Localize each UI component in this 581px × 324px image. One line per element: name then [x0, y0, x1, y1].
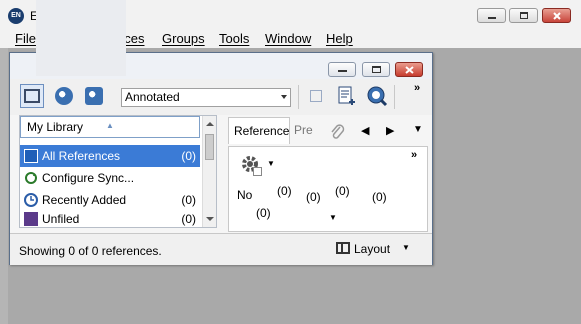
next-icon[interactable]: ▶ — [386, 124, 394, 137]
my-library-label: My Library — [27, 120, 84, 134]
my-library-header[interactable]: My Library ▲ — [20, 116, 200, 138]
output-style-select[interactable]: Annotated — [121, 88, 291, 107]
maximize-button[interactable] — [509, 8, 538, 23]
output-style-value: Annotated — [125, 90, 180, 104]
scroll-up-icon[interactable] — [206, 122, 214, 126]
group-count: (0) — [181, 212, 196, 226]
field-label-fragment: No — [237, 188, 253, 202]
menu-file[interactable]: File — [15, 30, 36, 47]
local-library-mode-button[interactable] — [20, 84, 44, 108]
groups-pane: My Library ▲ All References (0) Configur… — [19, 115, 217, 228]
copy-icon — [310, 90, 322, 102]
minimize-button[interactable] — [477, 8, 506, 23]
library-toolbar: Annotated » — [10, 79, 432, 115]
sort-caret-icon: ▲ — [106, 121, 114, 130]
count-fragment: (0) — [335, 184, 350, 198]
workspace-edge — [0, 48, 8, 324]
previous-icon[interactable]: ◀ — [361, 124, 369, 137]
new-reference-icon — [338, 86, 355, 105]
layout-icon — [336, 242, 350, 254]
group-label: All References — [42, 149, 121, 163]
count-fragment: (0) — [256, 206, 271, 220]
menu-help[interactable]: Help — [326, 30, 353, 47]
group-label: Unfiled — [42, 212, 80, 226]
menu-tools[interactable]: Tools — [219, 30, 249, 47]
group-unfiled[interactable]: Unfiled (0) — [20, 211, 200, 227]
minimize-icon — [338, 70, 347, 72]
toolbar-overflow-icon[interactable]: » — [414, 82, 420, 94]
panel-overflow-icon[interactable]: » — [411, 149, 417, 161]
library-maximize-button[interactable] — [362, 62, 390, 77]
maximize-icon — [372, 66, 381, 73]
reference-panel-content: ▼ » No (0) (0) (0) (0) (0) ▼ — [228, 146, 428, 232]
toolbar-separator — [298, 85, 299, 109]
group-all-references[interactable]: All References (0) — [20, 145, 200, 167]
close-button[interactable] — [542, 8, 571, 23]
menu-groups[interactable]: Groups — [162, 30, 205, 47]
close-icon — [405, 66, 414, 74]
scroll-down-icon[interactable] — [206, 217, 214, 221]
chevron-down-icon: ▼ — [402, 243, 410, 252]
toolbar-separator — [394, 85, 395, 109]
new-reference-button[interactable] — [335, 84, 359, 108]
attachment-icon[interactable] — [329, 123, 345, 141]
count-fragment: (0) — [277, 184, 292, 198]
groups-scrollbar[interactable] — [202, 116, 216, 227]
reference-panel: Reference Pre ◀ ▶ ▼ ▼ » No (0) (0) (0) (… — [228, 115, 428, 232]
layout-label: Layout — [354, 242, 391, 256]
endnote-app-icon[interactable]: EN — [8, 8, 24, 24]
library-window: Annotated » My Library ▲ All References … — [9, 52, 433, 265]
chevron-down-icon[interactable]: ▼ — [329, 213, 337, 222]
online-search-mode-button[interactable] — [52, 84, 76, 108]
chevron-down-icon — [281, 95, 287, 99]
integrated-library-mode-button[interactable] — [82, 84, 106, 108]
group-recently-added[interactable]: Recently Added (0) — [20, 189, 200, 211]
minimize-icon — [478, 9, 505, 22]
globe-icon — [55, 87, 73, 105]
all-references-icon — [24, 149, 38, 163]
group-count: (0) — [181, 149, 196, 163]
library-minimize-button[interactable] — [328, 62, 356, 77]
clock-icon — [24, 193, 38, 207]
menu-window[interactable]: Window — [265, 30, 311, 47]
status-text: Showing 0 of 0 references. — [19, 244, 162, 258]
tab-reference[interactable]: Reference — [228, 117, 290, 144]
online-search-button[interactable] — [365, 84, 389, 108]
scroll-thumb[interactable] — [205, 134, 214, 160]
panel-menu-icon[interactable]: ▼ — [413, 124, 423, 135]
local-library-icon — [24, 89, 40, 103]
maximize-icon — [510, 9, 537, 22]
library-close-button[interactable] — [395, 62, 423, 77]
group-count: (0) — [181, 193, 196, 207]
group-label: Configure Sync... — [42, 171, 135, 185]
title-overlay — [36, 0, 126, 76]
group-configure-sync[interactable]: Configure Sync... — [20, 167, 200, 189]
checkbox-icon[interactable] — [253, 167, 262, 176]
group-label: Recently Added — [42, 193, 127, 207]
count-fragment: (0) — [306, 190, 321, 204]
layout-button[interactable]: Layout ▼ — [332, 238, 418, 260]
globe-library-icon — [85, 87, 103, 105]
status-bar: Showing 0 of 0 references. Layout ▼ — [10, 233, 432, 265]
copy-formatted-button[interactable] — [305, 84, 329, 108]
count-fragment: (0) — [372, 190, 387, 204]
close-icon — [543, 9, 570, 22]
sync-icon — [25, 172, 37, 184]
unfiled-icon — [24, 212, 38, 226]
gear-menu-caret-icon[interactable]: ▼ — [267, 159, 275, 168]
tab-preview[interactable]: Pre — [294, 117, 313, 144]
search-globe-icon — [367, 86, 388, 107]
